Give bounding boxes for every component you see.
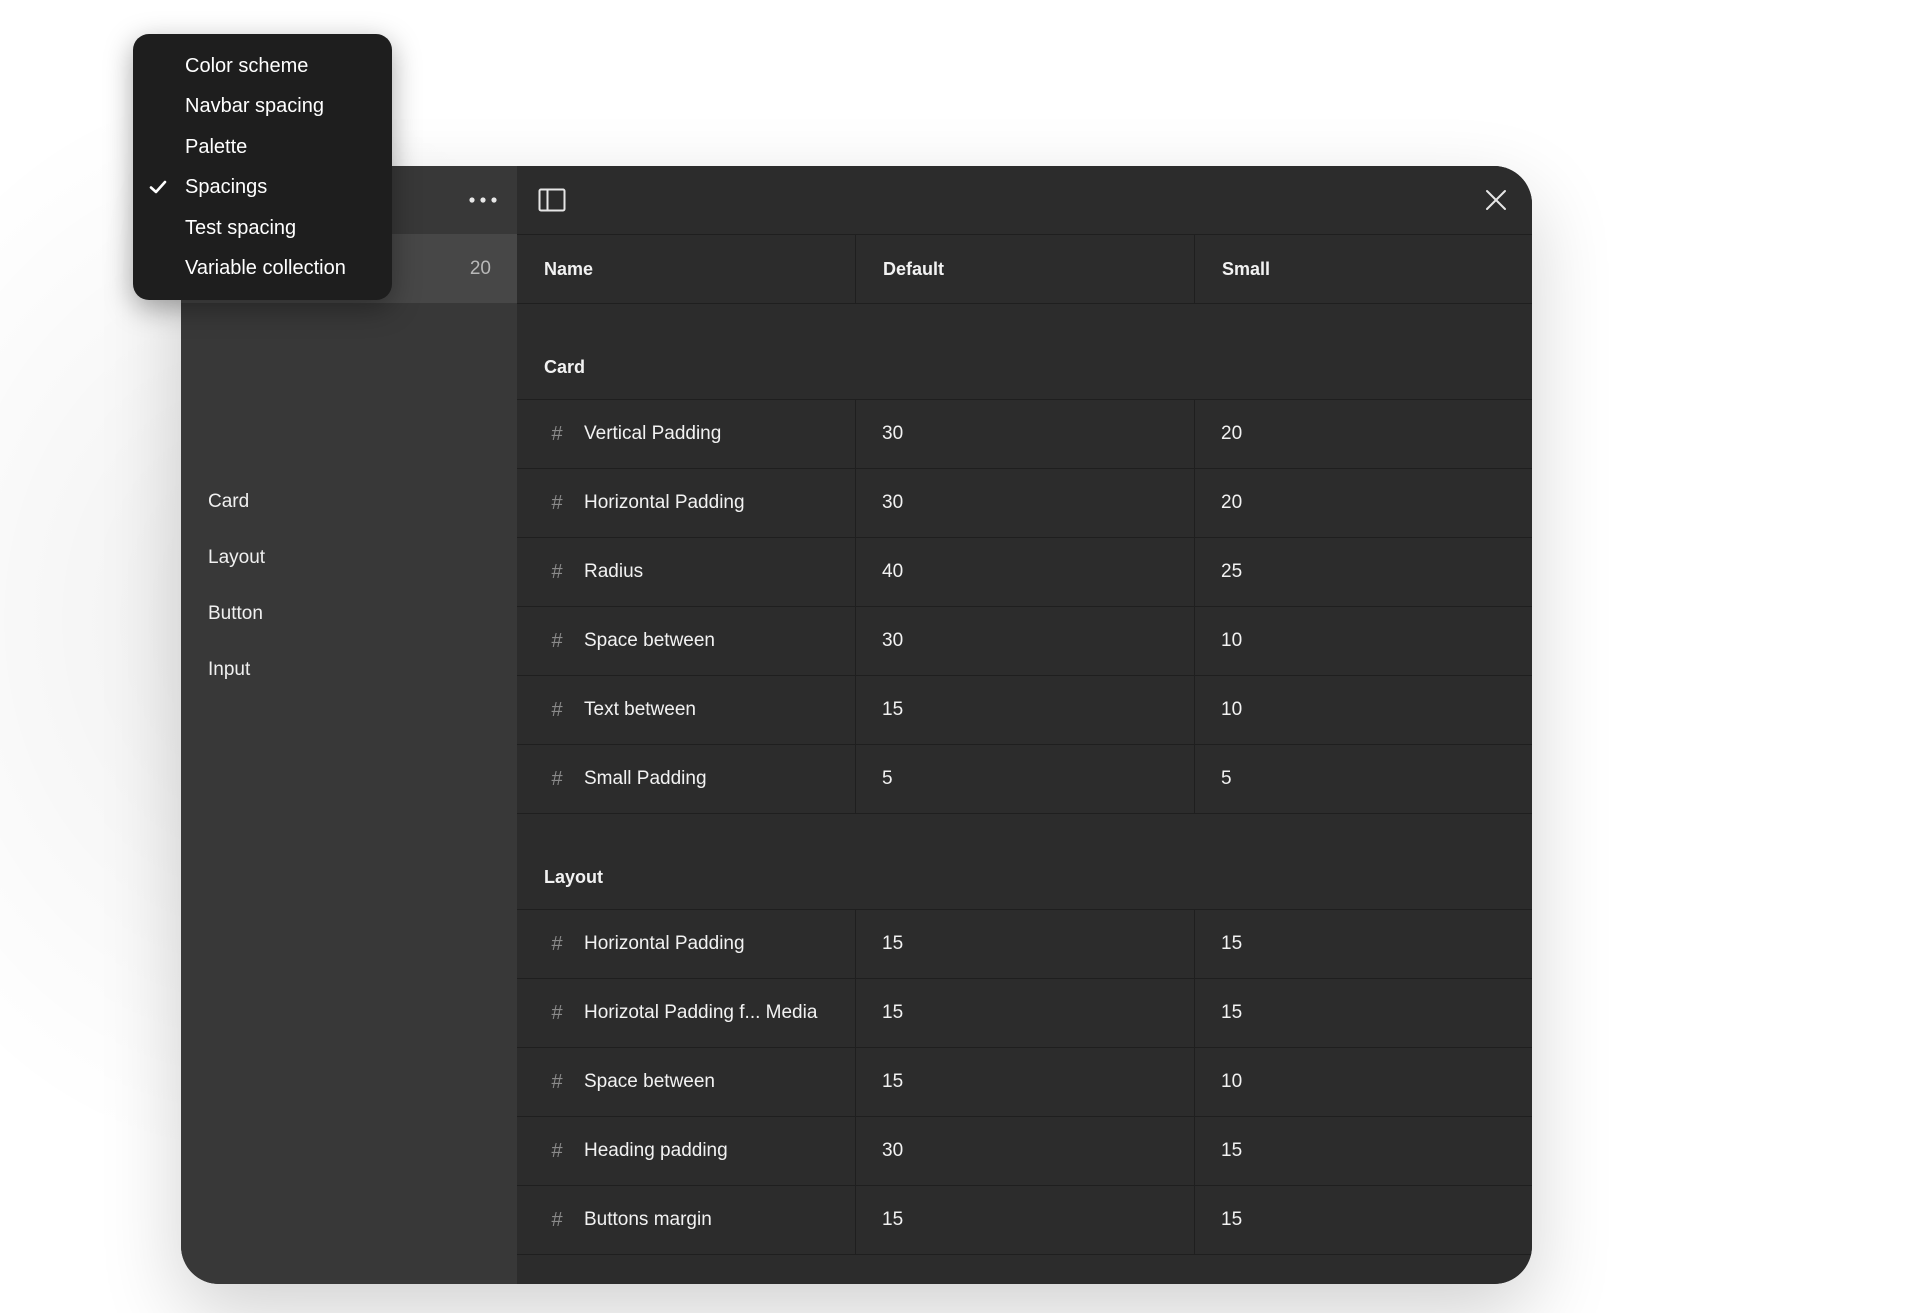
menu-item-test-spacing[interactable]: Test spacing bbox=[133, 208, 392, 248]
sidebar: 20 Card Layout Button Input bbox=[181, 166, 517, 1284]
hash-icon: # bbox=[551, 1209, 563, 1231]
table-row[interactable]: # Horizontal Padding 15 15 bbox=[517, 910, 1532, 979]
sidebar-item-button[interactable]: Button bbox=[208, 594, 263, 634]
sidebar-toggle-icon bbox=[538, 188, 566, 212]
column-header-small[interactable]: Small bbox=[1195, 235, 1532, 303]
default-value-cell[interactable]: 15 bbox=[856, 910, 1195, 978]
variable-name-cell[interactable]: # Horizontal Padding bbox=[517, 910, 856, 978]
menu-item-navbar-spacing[interactable]: Navbar spacing bbox=[133, 86, 392, 126]
variables-panel: 20 Card Layout Button Input Name Default… bbox=[181, 166, 1532, 1284]
table-row[interactable]: # Space between 30 10 bbox=[517, 607, 1532, 676]
hash-icon: # bbox=[551, 630, 563, 652]
group-header-layout: Layout bbox=[517, 814, 1532, 910]
variable-name-cell[interactable]: # Radius bbox=[517, 538, 856, 606]
default-value-cell[interactable]: 15 bbox=[856, 1048, 1195, 1116]
hash-icon: # bbox=[551, 1140, 563, 1162]
default-value-cell[interactable]: 5 bbox=[856, 745, 1195, 813]
menu-item-variable-collection[interactable]: Variable collection bbox=[133, 248, 392, 288]
small-value-cell[interactable]: 25 bbox=[1195, 538, 1532, 606]
small-value-cell[interactable]: 10 bbox=[1195, 1048, 1532, 1116]
small-value-cell[interactable]: 15 bbox=[1195, 910, 1532, 978]
more-options-button[interactable] bbox=[465, 185, 501, 215]
group-label: Layout bbox=[544, 867, 604, 887]
variable-name-cell[interactable]: # Heading padding bbox=[517, 1117, 856, 1185]
table-row[interactable]: # Buttons margin 15 15 bbox=[517, 1186, 1532, 1255]
table-row[interactable]: # Horizotal Padding f... Media 15 15 bbox=[517, 979, 1532, 1048]
menu-item-spacings[interactable]: Spacings bbox=[133, 167, 392, 207]
toolbar bbox=[517, 166, 1532, 235]
variable-name-cell[interactable]: # Vertical Padding bbox=[517, 400, 856, 468]
menu-item-color-scheme[interactable]: Color scheme bbox=[133, 46, 392, 86]
small-value-cell[interactable]: 20 bbox=[1195, 469, 1532, 537]
default-value-cell[interactable]: 15 bbox=[856, 676, 1195, 744]
default-value-cell[interactable]: 30 bbox=[856, 469, 1195, 537]
variable-name-cell[interactable]: # Small Padding bbox=[517, 745, 856, 813]
variable-name-cell[interactable]: # Space between bbox=[517, 607, 856, 675]
table-row[interactable]: # Vertical Padding 30 20 bbox=[517, 400, 1532, 469]
sidebar-item-layout[interactable]: Layout bbox=[208, 538, 265, 578]
column-header-name[interactable]: Name bbox=[517, 235, 856, 303]
small-value-cell[interactable]: 10 bbox=[1195, 607, 1532, 675]
checkmark-icon bbox=[149, 180, 167, 194]
toggle-sidebar-button[interactable] bbox=[538, 186, 566, 214]
default-value-cell[interactable]: 30 bbox=[856, 607, 1195, 675]
variables-table-area: Name Default Small Card # Vertical Paddin… bbox=[517, 166, 1532, 1284]
small-value-cell[interactable]: 15 bbox=[1195, 1117, 1532, 1185]
table-row[interactable]: # Heading padding 30 15 bbox=[517, 1117, 1532, 1186]
close-button[interactable] bbox=[1482, 186, 1510, 214]
small-value-cell[interactable]: 15 bbox=[1195, 979, 1532, 1047]
hash-icon: # bbox=[551, 768, 563, 790]
hash-icon: # bbox=[551, 561, 563, 583]
small-value-cell[interactable]: 20 bbox=[1195, 400, 1532, 468]
small-value-cell[interactable]: 5 bbox=[1195, 745, 1532, 813]
variable-name-cell[interactable]: # Buttons margin bbox=[517, 1186, 856, 1254]
table-row[interactable]: # Horizontal Padding 30 20 bbox=[517, 469, 1532, 538]
variables-grid: Name Default Small Card # Vertical Paddin… bbox=[517, 235, 1532, 1255]
variable-name-cell[interactable]: # Horizotal Padding f... Media bbox=[517, 979, 856, 1047]
hash-icon: # bbox=[551, 1071, 563, 1093]
variable-name-cell[interactable]: # Text between bbox=[517, 676, 856, 744]
default-value-cell[interactable]: 40 bbox=[856, 538, 1195, 606]
table-row[interactable]: # Small Padding 5 5 bbox=[517, 745, 1532, 814]
hash-icon: # bbox=[551, 933, 563, 955]
sidebar-item-card[interactable]: Card bbox=[208, 482, 249, 522]
sidebar-item-input[interactable]: Input bbox=[208, 650, 250, 690]
table-row[interactable]: # Text between 15 10 bbox=[517, 676, 1532, 745]
table-row[interactable]: # Space between 15 10 bbox=[517, 1048, 1532, 1117]
close-icon bbox=[1486, 190, 1506, 210]
default-value-cell[interactable]: 30 bbox=[856, 1117, 1195, 1185]
menu-item-palette[interactable]: Palette bbox=[133, 127, 392, 167]
group-header-card: Card bbox=[517, 304, 1532, 400]
default-value-cell[interactable]: 15 bbox=[856, 979, 1195, 1047]
small-value-cell[interactable]: 10 bbox=[1195, 676, 1532, 744]
default-value-cell[interactable]: 30 bbox=[856, 400, 1195, 468]
hash-icon: # bbox=[551, 423, 563, 445]
table-header-row: Name Default Small bbox=[517, 235, 1532, 304]
table-row[interactable]: # Radius 40 25 bbox=[517, 538, 1532, 607]
default-value-cell[interactable]: 15 bbox=[856, 1186, 1195, 1254]
more-horizontal-icon bbox=[469, 197, 497, 203]
collection-dropdown-menu: Color scheme Navbar spacing Palette Spac… bbox=[133, 34, 392, 300]
variable-name-cell[interactable]: # Space between bbox=[517, 1048, 856, 1116]
variable-count: 20 bbox=[469, 258, 491, 279]
variable-name-cell[interactable]: # Horizontal Padding bbox=[517, 469, 856, 537]
small-value-cell[interactable]: 15 bbox=[1195, 1186, 1532, 1254]
group-label: Card bbox=[544, 357, 586, 377]
hash-icon: # bbox=[551, 1002, 563, 1024]
hash-icon: # bbox=[551, 699, 563, 721]
column-header-default[interactable]: Default bbox=[856, 235, 1195, 303]
hash-icon: # bbox=[551, 492, 563, 514]
